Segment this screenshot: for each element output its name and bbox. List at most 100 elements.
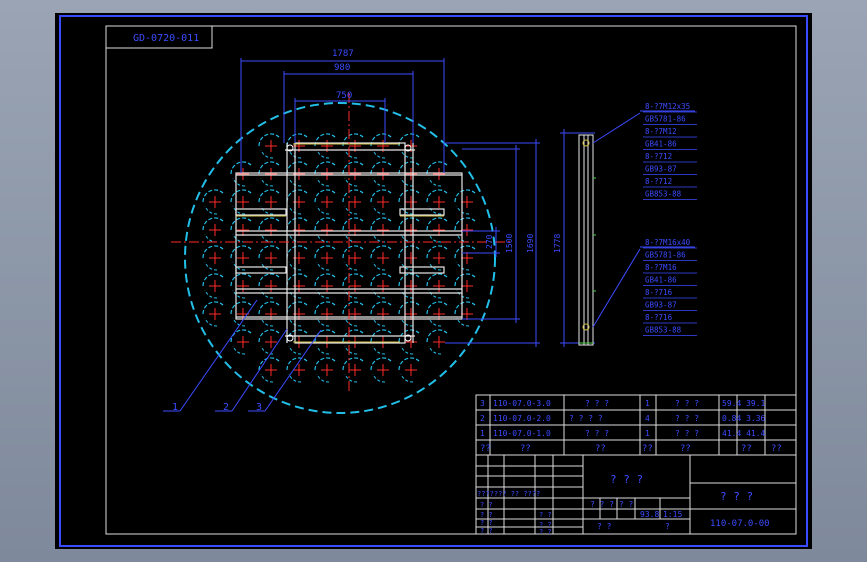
blade-arc: [454, 217, 476, 231]
blade-arc: [398, 273, 420, 287]
blade-arc: [398, 217, 420, 231]
blade-arc: [398, 189, 420, 203]
bom-qty: 1: [645, 429, 650, 438]
blade-arc: [454, 273, 476, 287]
blade-arc: [258, 217, 280, 231]
blade-arc: [370, 273, 392, 287]
bom-row: 1 110-07.0-1.0 ? ? ? 1 ? ? ? 41.4 41.4: [480, 429, 766, 438]
dim-overall-width: 1787: [332, 49, 354, 59]
bom-qty: 1: [645, 399, 650, 408]
doc-code-label: GD-0720-011: [133, 33, 199, 44]
blade-arc: [426, 301, 448, 315]
blade-arc: [258, 329, 280, 343]
drawing-title: ? ? ?: [720, 490, 753, 503]
left-label: ? ?: [480, 511, 493, 519]
blade-arc: [426, 329, 448, 343]
blade-arc: [426, 273, 448, 287]
blade-arc: [426, 245, 448, 259]
blade-arc: [314, 245, 336, 259]
blade-arc: [202, 217, 224, 231]
blade-arc: [230, 245, 252, 259]
page-label: ? ?: [597, 522, 612, 531]
callout-bottom-text: 8-?7M16: [645, 263, 677, 272]
callout-top-text: 8-?7M12: [645, 127, 677, 136]
blade-arc: [258, 133, 280, 147]
bom-row: 2 110-07.0-2.0 ? ? ? ? 4 ? ? ? 0.84 3.36: [480, 414, 766, 423]
callout-top-text: GB93-87: [645, 165, 677, 174]
side-view: [578, 134, 594, 346]
blade-arc: [230, 217, 252, 231]
blade-arc: [286, 245, 308, 259]
callout-bottom-text: GB5781-86: [645, 251, 686, 260]
blade-arc: [426, 189, 448, 203]
bom-mat: ? ? ?: [675, 414, 699, 423]
bom-no: 3: [480, 399, 485, 408]
blade-arc: [286, 161, 308, 175]
bom-note: 0.84 3.36: [722, 414, 766, 423]
blade-arc: [258, 245, 280, 259]
dim-inner-width: 750: [336, 91, 352, 101]
company-name: ? ? ?: [610, 473, 643, 486]
part-label-2: 2: [223, 402, 229, 413]
drawing-sheet[interactable]: GD-0720-011 1787 980 750 270 1500 1690 1…: [55, 13, 812, 549]
part-label-3: 3: [256, 402, 262, 413]
bom-note: 59.4 39.1: [722, 399, 766, 408]
blade-arc: [342, 189, 364, 203]
scale-value: 1:15: [663, 510, 682, 519]
blade-arc: [286, 217, 308, 231]
blade-arc: [314, 357, 336, 371]
dim-vert-large: 1690: [526, 234, 535, 253]
bom-name: ? ? ?: [585, 399, 609, 408]
blade-arc: [230, 189, 252, 203]
callout-texts: 8-?7M12x35 GB5781-86 8-?7M12 GB41-86 8-?712 G…: [643, 102, 697, 336]
blade-arc: [342, 301, 364, 315]
blade-arc: [314, 273, 336, 287]
callout-top-text: GB5781-86: [645, 115, 686, 124]
blade-arc: [342, 273, 364, 287]
blade-arc: [314, 189, 336, 203]
blade-arc: [342, 161, 364, 175]
blade-arc: [202, 273, 224, 287]
bom-name: ? ? ? ?: [569, 414, 603, 423]
bom-header-note: ??: [771, 444, 782, 454]
callout-top-text: 8-?712: [645, 177, 672, 186]
callout-bottom-text: 8-?7M16x40: [645, 238, 691, 247]
callout-top-text: GB41-86: [645, 140, 677, 149]
weight-value: 93.8: [640, 510, 659, 519]
blade-arc: [230, 273, 252, 287]
left-label: ? ?: [480, 519, 493, 527]
bom-header-qty: ??: [642, 444, 653, 454]
blade-arc: [398, 133, 420, 147]
left-label: ? ?: [480, 527, 493, 535]
blade-arc: [258, 357, 280, 371]
blade-arc: [398, 161, 420, 175]
bom-header-no: ??: [480, 444, 491, 454]
sheet-label: ?: [665, 522, 670, 531]
callout-bottom-text: GB93-87: [645, 301, 677, 310]
callout-top-text: 8-?712: [645, 152, 672, 161]
blade-arc: [258, 161, 280, 175]
blade-arc: [202, 189, 224, 203]
bom-name: ? ? ?: [585, 429, 609, 438]
dim-mid-width: 980: [334, 63, 350, 73]
blade-arc: [314, 161, 336, 175]
blade-arc: [398, 357, 420, 371]
blade-arc: [286, 189, 308, 203]
dim-vert-mid: 1500: [505, 234, 514, 253]
sign-row: ??????? ?? ????: [477, 490, 540, 498]
bom-header-mat: ??: [680, 444, 691, 454]
callout-top-text: 8-?7M12x35: [645, 102, 690, 111]
bom-no: 2: [480, 414, 485, 423]
bom-header-name: ??: [595, 444, 606, 454]
drawing-canvas: GD-0720-011 1787 980 750 270 1500 1690 1…: [59, 15, 808, 547]
left-label: ? ?: [539, 511, 552, 519]
blade-arc: [314, 301, 336, 315]
blade-arc: [258, 189, 280, 203]
blade-arc: [454, 245, 476, 259]
left-label: ? ?: [480, 501, 493, 509]
inner-border: [105, 25, 797, 535]
center-lines: [171, 93, 510, 393]
bom-row: 3 110-07.0-3.0 ? ? ? 1 ? ? ? 59.4 39.1: [480, 399, 766, 408]
blade-arc: [454, 189, 476, 203]
callout-bottom-text: 8-?716: [645, 288, 673, 297]
